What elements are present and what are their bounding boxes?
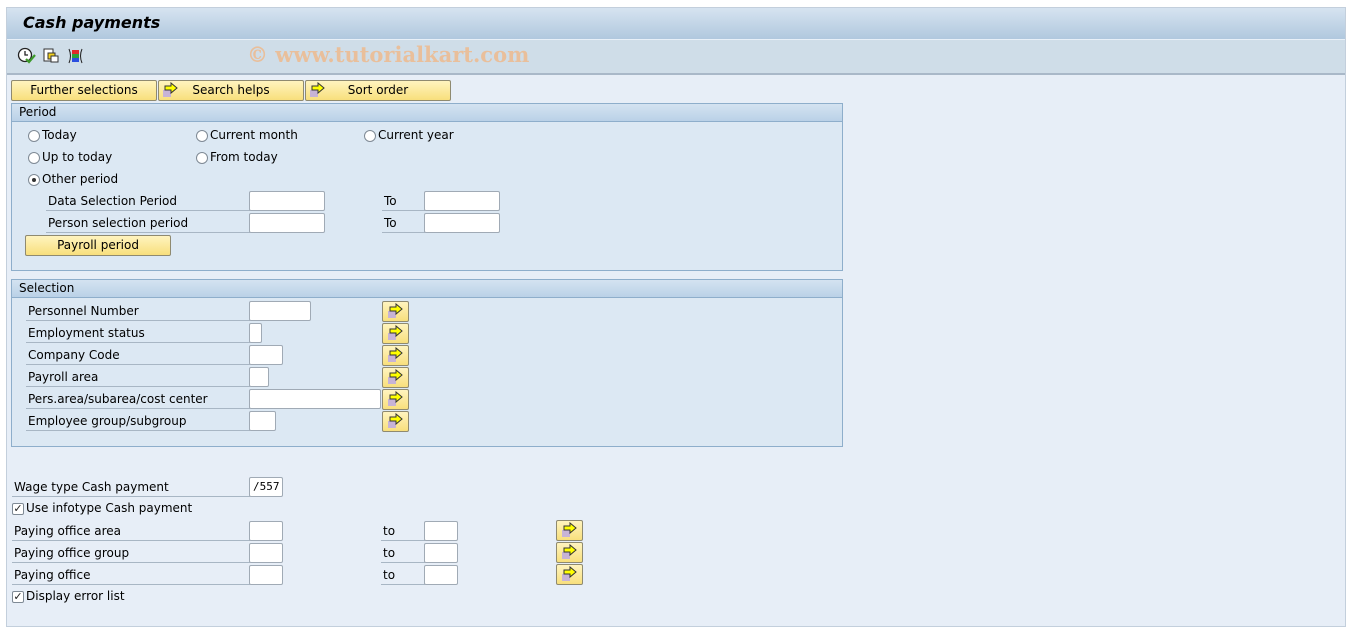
- radio-from-today[interactable]: [196, 152, 208, 164]
- paying-office-group-to-input[interactable]: [424, 543, 458, 563]
- paying-office-area-to-label: to: [381, 522, 425, 541]
- arrow-right-icon: [388, 303, 403, 318]
- paying-office-to-label: to: [381, 566, 425, 585]
- sap-window: Cash payments © www.tutorialkart.com Fur…: [6, 7, 1346, 627]
- person-selection-from-input[interactable]: [249, 213, 325, 233]
- arrow-right-icon: [562, 522, 577, 537]
- pers-area-multiple-selection-button[interactable]: [382, 389, 409, 410]
- paying-office-group-label: Paying office group: [12, 544, 250, 563]
- paying-office-to-input[interactable]: [424, 565, 458, 585]
- wage-type-label: Wage type Cash payment: [12, 478, 250, 497]
- data-selection-period-label: Data Selection Period: [46, 192, 250, 211]
- application-toolbar: © www.tutorialkart.com: [7, 40, 1345, 75]
- period-group: Period Today Current month Current year …: [11, 103, 843, 271]
- data-selection-to-label: To: [382, 192, 425, 211]
- paying-office-area-label: Paying office area: [12, 522, 250, 541]
- payroll-period-label: Payroll period: [57, 238, 139, 252]
- data-selection-to-input[interactable]: [424, 191, 500, 211]
- payroll-area-multiple-selection-button[interactable]: [382, 367, 409, 388]
- arrow-right-icon: [562, 566, 577, 581]
- pers-area-input[interactable]: [249, 389, 381, 409]
- pers-area-label: Pers.area/subarea/cost center: [26, 390, 250, 409]
- paying-office-multiple-selection-button[interactable]: [556, 564, 583, 585]
- payroll-period-button[interactable]: Payroll period: [25, 235, 171, 256]
- selection-heading: Selection: [12, 280, 842, 298]
- wage-type-input[interactable]: /557: [249, 477, 283, 497]
- employee-group-label: Employee group/subgroup: [26, 412, 250, 431]
- period-heading: Period: [12, 104, 842, 122]
- radio-current-year[interactable]: [364, 130, 376, 142]
- arrow-right-icon: [388, 369, 403, 384]
- paying-office-group-from-input[interactable]: [249, 543, 283, 563]
- display-error-list-checkbox[interactable]: ✓: [12, 591, 24, 603]
- person-selection-period-label: Person selection period: [46, 214, 250, 233]
- further-selections-button[interactable]: Further selections: [11, 80, 157, 101]
- paying-office-area-to-input[interactable]: [424, 521, 458, 541]
- radio-current-month-label: Current month: [210, 128, 298, 142]
- employment-status-input[interactable]: [249, 323, 262, 343]
- company-code-label: Company Code: [26, 346, 250, 365]
- payroll-area-input[interactable]: [249, 367, 269, 387]
- radio-from-today-label: From today: [210, 150, 278, 164]
- title-bar: Cash payments: [7, 8, 1345, 40]
- data-selection-from-input[interactable]: [249, 191, 325, 211]
- get-variant-icon[interactable]: [41, 46, 61, 66]
- paying-office-area-multiple-selection-button[interactable]: [556, 520, 583, 541]
- further-selections-label: Further selections: [30, 83, 138, 97]
- arrow-right-icon: [562, 544, 577, 559]
- use-infotype-checkbox[interactable]: ✓: [12, 503, 24, 515]
- execute-clock-icon[interactable]: [17, 46, 37, 66]
- radio-other-period-label: Other period: [42, 172, 119, 186]
- paying-office-group-multiple-selection-button[interactable]: [556, 542, 583, 563]
- sort-order-button[interactable]: Sort order: [305, 80, 451, 101]
- radio-today-label: Today: [42, 128, 77, 142]
- radio-up-to-today[interactable]: [28, 152, 40, 164]
- personnel-number-label: Personnel Number: [26, 302, 250, 321]
- selection-options-icon[interactable]: [65, 46, 85, 66]
- radio-today[interactable]: [28, 130, 40, 142]
- personnel-number-input[interactable]: [249, 301, 311, 321]
- radio-current-year-label: Current year: [378, 128, 454, 142]
- arrow-right-icon: [388, 347, 403, 362]
- search-helps-label: Search helps: [192, 83, 270, 97]
- employee-group-multiple-selection-button[interactable]: [382, 411, 409, 432]
- paying-office-from-input[interactable]: [249, 565, 283, 585]
- company-code-input[interactable]: [249, 345, 283, 365]
- display-error-list-label: Display error list: [26, 589, 125, 603]
- page-title: Cash payments: [23, 13, 161, 32]
- employee-group-input[interactable]: [249, 411, 276, 431]
- selection-group: Selection Personnel Number Employment st…: [11, 279, 843, 447]
- radio-current-month[interactable]: [196, 130, 208, 142]
- employment-status-multiple-selection-button[interactable]: [382, 323, 409, 344]
- watermark: © www.tutorialkart.com: [247, 42, 530, 67]
- arrow-right-icon: [388, 391, 403, 406]
- arrow-right-icon: [163, 82, 178, 97]
- arrow-right-icon: [310, 82, 325, 97]
- radio-other-period[interactable]: [28, 174, 40, 186]
- company-code-multiple-selection-button[interactable]: [382, 345, 409, 366]
- radio-up-to-today-label: Up to today: [42, 150, 113, 164]
- sort-order-label: Sort order: [347, 83, 409, 97]
- paying-office-area-from-input[interactable]: [249, 521, 283, 541]
- payroll-area-label: Payroll area: [26, 368, 250, 387]
- person-selection-to-input[interactable]: [424, 213, 500, 233]
- paying-office-group-to-label: to: [381, 544, 425, 563]
- search-helps-button[interactable]: Search helps: [158, 80, 304, 101]
- paying-office-label: Paying office: [12, 566, 250, 585]
- person-selection-to-label: To: [382, 214, 425, 233]
- arrow-right-icon: [388, 325, 403, 340]
- employment-status-label: Employment status: [26, 324, 250, 343]
- personnel-number-multiple-selection-button[interactable]: [382, 301, 409, 322]
- use-infotype-label: Use infotype Cash payment: [26, 501, 193, 515]
- arrow-right-icon: [388, 413, 403, 428]
